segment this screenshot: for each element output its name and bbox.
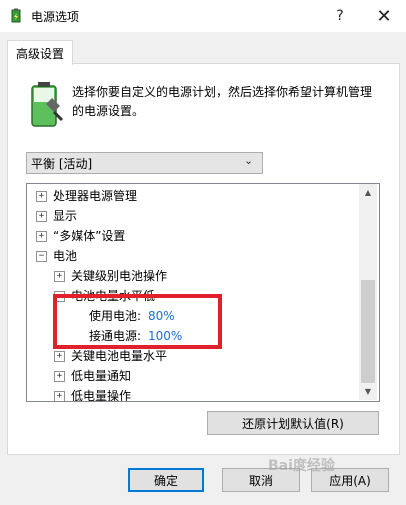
scroll-thumb[interactable] (361, 280, 375, 383)
scroll-up-arrow-icon[interactable]: ▲ (359, 184, 377, 201)
expand-icon[interactable]: + (36, 211, 47, 222)
title-bar: 电源选项 ? ✕ (0, 0, 406, 32)
power-plan-select[interactable]: 平衡 [活动] ⌄ (26, 152, 263, 174)
watermark: Bai度经验 (268, 458, 335, 474)
expand-icon[interactable]: + (54, 371, 65, 382)
expand-icon[interactable]: + (54, 391, 65, 401)
battery-icon (31, 82, 64, 127)
help-button[interactable]: ? (318, 0, 362, 32)
expand-icon[interactable]: + (54, 271, 65, 282)
settings-tree[interactable]: + 处理器电源管理 + 显示 + “多媒体”设置 − 电池 + 关键级别电池操作… (26, 183, 380, 402)
expand-icon[interactable]: + (54, 351, 65, 362)
ok-button[interactable]: 确定 (128, 468, 204, 492)
tab-advanced-settings[interactable]: 高级设置 (7, 40, 73, 65)
restore-defaults-button[interactable]: 还原计划默认值(R) (207, 411, 379, 435)
power-plan-value: 平衡 [活动] (31, 157, 93, 171)
description-text: 选择你要自定义的电源计划，然后选择你希望计算机管理的电源设置。 (72, 85, 373, 118)
close-button[interactable]: ✕ (362, 0, 406, 32)
annotation-highlight-box (53, 294, 222, 349)
expand-icon[interactable]: + (36, 231, 47, 242)
tree-scrollbar[interactable]: ▲ ▼ (359, 184, 377, 400)
scroll-down-arrow-icon[interactable]: ▼ (359, 383, 377, 400)
collapse-icon[interactable]: − (36, 251, 47, 262)
chevron-down-icon: ⌄ (244, 154, 254, 167)
power-options-icon (11, 8, 21, 23)
expand-icon[interactable]: + (36, 191, 47, 202)
window-title: 电源选项 (31, 10, 80, 24)
